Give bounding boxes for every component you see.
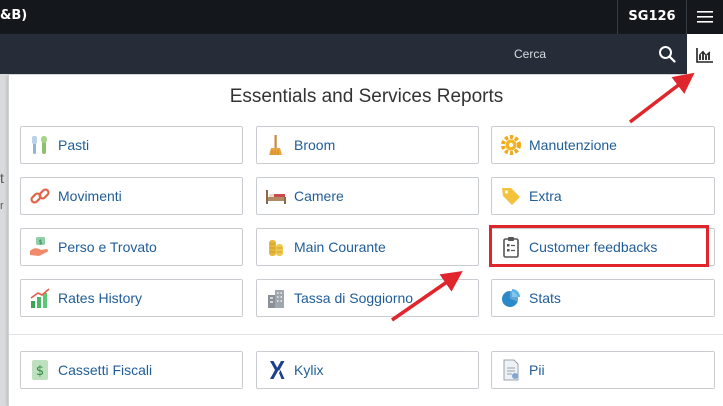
report-rates-history[interactable]: Rates History [20,279,243,317]
search-button[interactable] [654,42,680,66]
report-pasti[interactable]: Pasti [20,126,243,164]
report-main-courante[interactable]: Main Courante [256,228,479,266]
search-bar [0,34,723,74]
svg-text:$: $ [39,239,43,246]
tile-label: Pii [529,362,545,378]
report-tassa-di-soggiorno[interactable]: Tassa di Soggiorno [256,279,479,317]
tile-label: Manutenzione [529,137,617,153]
hand-icon: $ [29,236,51,258]
report-customer-feedbacks[interactable]: Customer feedbacks [491,228,715,266]
tile-label: Extra [529,188,562,204]
bar-chart-icon [29,287,51,309]
tile-label: Broom [294,137,336,153]
report-kylix[interactable]: Kylix [256,351,479,389]
report-manutenzione[interactable]: Manutenzione [491,126,715,164]
report-perso-e-trovato[interactable]: $ Perso e Trovato [20,228,243,266]
tile-label: Movimenti [58,188,122,204]
reports-dropdown: Essentials and Services Reports Pasti Br… [8,75,723,406]
report-extra[interactable]: Extra [491,177,715,215]
tile-label: Pasti [58,137,90,153]
svg-text:$: $ [36,364,44,379]
tile-label: Kylix [294,362,324,378]
broom-icon [265,134,287,156]
tile-label: Cassetti Fiscali [58,362,153,378]
tile-label: Customer feedbacks [529,239,658,255]
report-camere[interactable]: Camere [256,177,479,215]
report-movimenti[interactable]: Movimenti [20,177,243,215]
bed-icon [265,185,287,207]
panel-title: Essentials and Services Reports [229,86,504,107]
reports-button[interactable] [687,34,723,75]
building-icon [265,287,287,309]
property-code-button[interactable]: SG126 [618,0,686,34]
background-text: r [0,200,4,212]
report-stats[interactable]: Stats [491,279,715,317]
section-divider [9,334,723,335]
tile-label: Perso e Trovato [58,239,157,255]
link-icon [29,185,51,207]
cutlery-icon [29,134,51,156]
background-text: t [0,170,4,186]
document-icon [500,359,522,381]
tile-label: Tassa di Soggiorno [294,290,414,306]
hamburger-menu-button[interactable] [687,0,723,34]
dollar-icon: $ [29,359,51,381]
kylix-logo-icon [265,359,287,381]
hamburger-icon [697,11,713,23]
pie-chart-icon [500,287,522,309]
top-bar: &B) SG126 [0,0,723,34]
tile-label: Rates History [58,290,143,306]
search-icon [659,46,676,63]
tag-icon [500,185,522,207]
report-broom[interactable]: Broom [256,126,479,164]
report-pii[interactable]: Pii [491,351,715,389]
tile-label: Camere [294,188,344,204]
clipboard-icon [500,236,522,258]
search-input[interactable] [514,44,650,64]
report-cassetti-fiscali[interactable]: $ Cassetti Fiscali [20,351,243,389]
tile-label: Stats [529,290,561,306]
app-title: &B) [0,8,28,23]
tile-label: Main Courante [294,239,386,255]
bar-chart-icon [696,47,713,63]
gear-icon [500,134,522,156]
coins-icon [265,236,287,258]
